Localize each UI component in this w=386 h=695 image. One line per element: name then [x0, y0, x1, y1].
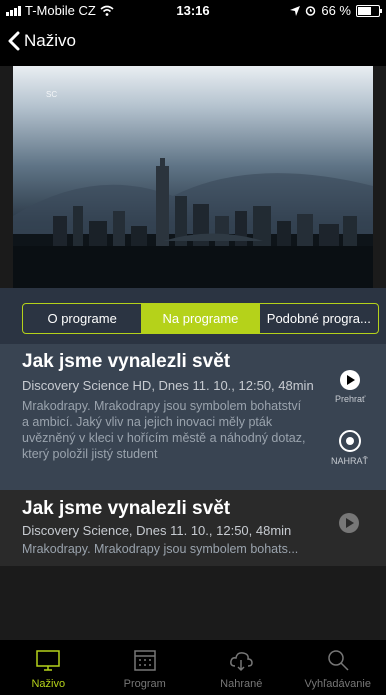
tab-nazivo[interactable]: Naživo	[0, 640, 97, 695]
record-icon	[338, 430, 361, 452]
tab-na-programe[interactable]: Na programe	[141, 304, 260, 333]
skyline-image	[13, 158, 373, 288]
tab-nahrane[interactable]: Nahrané	[193, 640, 290, 695]
program-card-2[interactable]: Jak jsme vynalezli svět Discovery Scienc…	[0, 490, 386, 566]
record-button[interactable]: NAHRAŤ	[331, 430, 368, 466]
back-button[interactable]: Naživo	[8, 31, 76, 51]
program-description: Mrakodrapy. Mrakodrapy jsou symbolem boh…	[22, 399, 306, 461]
bottom-tab-bar: Naživo Program Nahrané Vyhľadávanie	[0, 640, 386, 695]
tab-label: Program	[123, 678, 166, 690]
program-meta: Discovery Science HD, Dnes 11. 10., 12:5…	[22, 378, 314, 393]
tab-label: Naživo	[31, 678, 66, 690]
program-card-1[interactable]: Jak jsme vynalezli svět Discovery Scienc…	[0, 344, 386, 496]
battery-percent: 66 %	[321, 3, 351, 18]
cloud-download-icon	[230, 652, 254, 672]
play-button[interactable]: Prehrať	[335, 370, 365, 404]
tab-label: Vyhľadávanie	[304, 678, 371, 690]
program-description: Mrakodrapy. Mrakodrapy jsou symbolem boh…	[22, 542, 299, 556]
status-right: 66 %	[290, 3, 382, 18]
tab-label: Nahrané	[220, 678, 263, 690]
record-label: NAHRAŤ	[331, 456, 369, 466]
play-label: Prehrať	[335, 394, 366, 404]
alarm-icon	[306, 6, 316, 16]
calendar-icon	[134, 650, 156, 671]
tab-vyhladavanie[interactable]: Vyhľadávanie	[290, 640, 386, 695]
tv-icon	[36, 650, 60, 671]
location-icon	[290, 5, 301, 16]
tab-o-programe[interactable]: O programe	[23, 304, 141, 333]
program-title: Jak jsme vynalezli svět	[22, 351, 231, 372]
play-icon	[340, 370, 361, 390]
chevron-left-icon	[8, 31, 20, 51]
search-icon	[328, 650, 349, 671]
tab-podobne-programy[interactable]: Podobné progra...	[260, 304, 378, 333]
tab-program[interactable]: Program	[97, 640, 194, 695]
nav-bar: Naživo	[0, 22, 386, 66]
back-label: Naživo	[24, 31, 76, 50]
play-icon[interactable]	[339, 513, 359, 533]
status-bar: T-Mobile CZ 13:16 66 %	[0, 0, 386, 22]
battery-icon	[356, 4, 382, 17]
program-meta: Discovery Science, Dnes 11. 10., 12:50, …	[22, 523, 292, 538]
program-title: Jak jsme vynalezli svět	[22, 498, 231, 519]
segment-tabs: O programe Na programe Podobné progra...	[22, 303, 379, 334]
program-thumbnail[interactable]: SC	[13, 66, 373, 288]
